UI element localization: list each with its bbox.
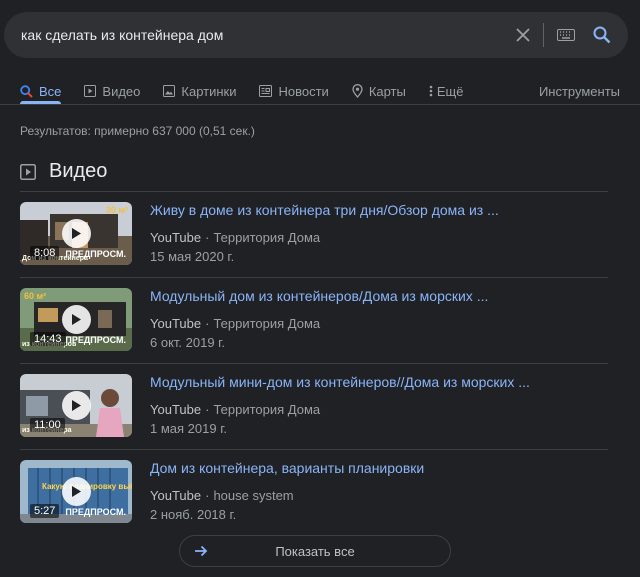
- separator: ·: [205, 230, 210, 245]
- play-icon: [72, 400, 81, 411]
- play-icon: [72, 314, 81, 325]
- tab-label: Видео: [102, 83, 141, 99]
- video-source: YouTube · Территория Дома: [150, 230, 320, 245]
- video-duration: 5:27: [30, 504, 60, 518]
- clear-button[interactable]: [505, 17, 541, 53]
- keyboard-icon: [557, 29, 575, 41]
- video-thumbnail[interactable]: Какую планировку выбрать? ПРЕДПРОСМ. 5:2…: [20, 460, 132, 523]
- channel-name: Территория Дома: [213, 316, 321, 331]
- video-duration: 8:08: [30, 246, 60, 260]
- video-title-link[interactable]: Модульный мини-дом из контейнеров//Дома …: [150, 374, 600, 390]
- video-icon: [84, 85, 97, 97]
- source-name: YouTube: [150, 316, 202, 331]
- tab-label: Картинки: [181, 83, 237, 99]
- video-duration: 14:43: [30, 332, 66, 346]
- play-icon: [72, 228, 81, 239]
- tab-images[interactable]: Картинки: [163, 78, 236, 104]
- video-title-link[interactable]: Модульный дом из контейнеров/Дома из мор…: [150, 288, 600, 304]
- tab-label: Карты: [368, 83, 406, 99]
- video-result[interactable]: 60 м² из контейнеров ПРЕДПРОСМ. 14:43 Мо…: [20, 278, 608, 364]
- video-section-header: Видео: [20, 160, 107, 183]
- play-button[interactable]: [62, 219, 91, 248]
- video-result[interactable]: 30 м² Дом из контейнера ПРЕДПРОСМ. 8:08 …: [20, 192, 608, 278]
- search-divider: [543, 23, 544, 47]
- preview-label: ПРЕДПРОСМ.: [65, 335, 126, 345]
- source-name: YouTube: [150, 488, 202, 503]
- tab-news[interactable]: Новости: [259, 78, 329, 104]
- video-date: 2 нояб. 2018 г.: [150, 507, 237, 522]
- channel-name: Территория Дома: [213, 230, 321, 245]
- tools-label: Инструменты: [538, 83, 620, 99]
- thumb-corner-text: 60 м²: [24, 291, 47, 301]
- tab-video[interactable]: Видео: [84, 78, 140, 104]
- video-thumbnail[interactable]: 30 м² Дом из контейнера ПРЕДПРОСМ. 8:08: [20, 202, 132, 265]
- image-icon: [163, 85, 176, 97]
- search-icon: [20, 84, 33, 98]
- show-all-button[interactable]: Показать все: [179, 535, 451, 567]
- tab-maps[interactable]: Карты: [352, 78, 406, 104]
- separator: ·: [205, 402, 210, 417]
- search-tabs: Все Видео Картинки Новости Карты Ещё Инс…: [20, 78, 620, 106]
- video-title-link[interactable]: Дом из контейнера, варианты планировки: [150, 460, 600, 476]
- search-bar[interactable]: как сделать из контейнера дом: [4, 12, 628, 58]
- video-source: YouTube · house system: [150, 488, 294, 503]
- video-duration: 11:00: [30, 418, 65, 432]
- thumb-corner-text: 30 м²: [105, 205, 128, 215]
- separator: ·: [205, 316, 210, 331]
- play-button[interactable]: [62, 305, 91, 334]
- tab-label: Новости: [278, 83, 329, 99]
- results-count: Результатов: примерно 637 000 (0,51 сек.…: [20, 124, 255, 138]
- video-date: 6 окт. 2019 г.: [150, 335, 225, 350]
- search-icon: [593, 26, 611, 44]
- video-icon: [20, 163, 36, 180]
- search-button[interactable]: [584, 17, 620, 53]
- separator: ·: [205, 488, 210, 503]
- video-source: YouTube · Территория Дома: [150, 316, 320, 331]
- more-vert-icon: [429, 85, 433, 97]
- video-thumbnail[interactable]: 60 м² из контейнеров ПРЕДПРОСМ. 14:43: [20, 288, 132, 351]
- play-icon: [72, 486, 81, 497]
- tools-button[interactable]: Инструменты: [539, 78, 620, 104]
- tab-more[interactable]: Ещё: [429, 78, 464, 104]
- arrow-right-icon: [195, 545, 208, 557]
- channel-name: house system: [213, 488, 294, 503]
- show-all-label: Показать все: [275, 543, 355, 559]
- preview-label: ПРЕДПРОСМ.: [65, 507, 126, 517]
- keyboard-button[interactable]: [548, 17, 584, 53]
- close-icon: [516, 28, 530, 42]
- search-input[interactable]: как сделать из контейнера дом: [4, 27, 505, 43]
- source-name: YouTube: [150, 230, 202, 245]
- tab-label: Ещё: [436, 83, 464, 99]
- channel-name: Территория Дома: [213, 402, 321, 417]
- map-pin-icon: [352, 84, 363, 98]
- tab-all[interactable]: Все: [20, 78, 62, 104]
- video-title-link[interactable]: Живу в доме из контейнера три дня/Обзор …: [150, 202, 600, 218]
- section-title: Видео: [49, 160, 108, 182]
- video-result[interactable]: Какую планировку выбрать? ПРЕДПРОСМ. 5:2…: [20, 450, 608, 536]
- video-date: 1 мая 2019 г.: [150, 421, 227, 436]
- play-button[interactable]: [62, 477, 91, 506]
- video-date: 15 мая 2020 г.: [150, 249, 235, 264]
- source-name: YouTube: [150, 402, 202, 417]
- preview-label: ПРЕДПРОСМ.: [65, 249, 126, 259]
- play-button[interactable]: [62, 391, 91, 420]
- news-icon: [259, 85, 273, 97]
- video-source: YouTube · Территория Дома: [150, 402, 320, 417]
- video-thumbnail[interactable]: из контейнера 11:00: [20, 374, 132, 437]
- tab-label: Все: [39, 83, 62, 99]
- tabs-divider: [0, 104, 640, 105]
- video-result[interactable]: из контейнера 11:00 Модульный мини-дом и…: [20, 364, 608, 450]
